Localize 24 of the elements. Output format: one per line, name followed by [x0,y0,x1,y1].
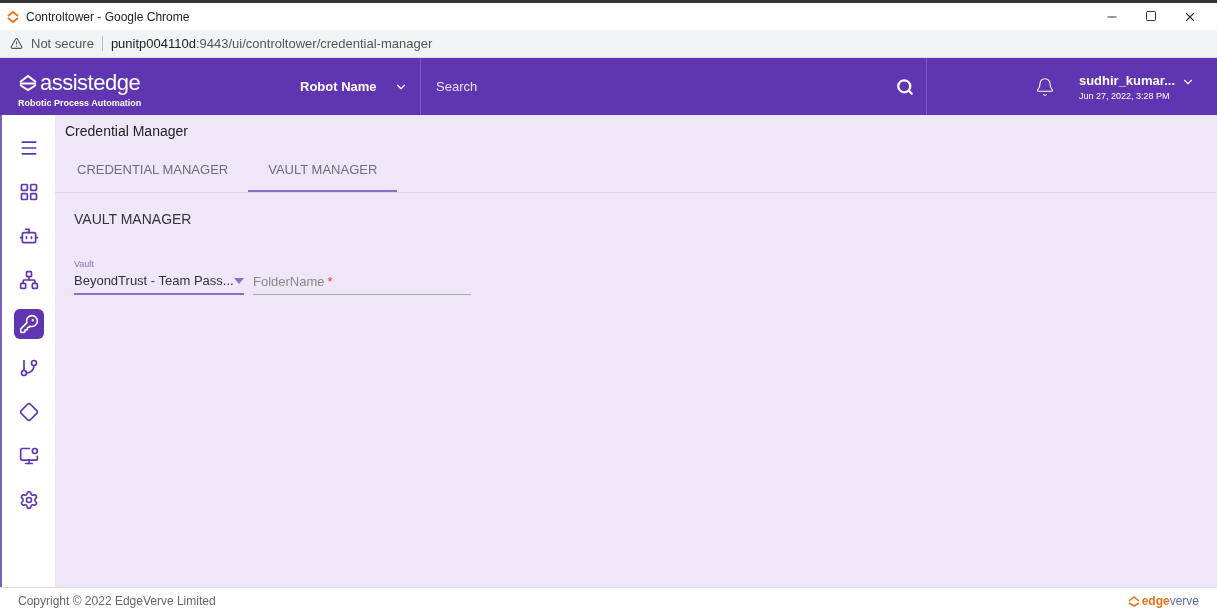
url-text: punitp004110d:9443/ui/controltower/credential-manager [101,36,433,51]
warning-icon [10,37,23,50]
folder-name-field[interactable]: FolderName * [253,274,471,295]
assistedge-logo: assistedge [18,70,252,96]
vault-select[interactable]: Vault BeyondTrust - Team Pass... [74,259,244,295]
tab[interactable]: CREDENTIAL MANAGER [57,145,249,192]
search-field[interactable]: Search [434,78,896,95]
search-icon[interactable] [896,77,914,96]
maximize-icon[interactable] [1145,9,1157,22]
bell-icon[interactable] [1034,76,1055,97]
tagline: Robotic Process Automation [18,98,143,108]
required-mark: * [327,274,333,289]
tab[interactable]: VAULT MANAGER [248,145,398,192]
edgeverve-logo: edgeverve [1127,594,1199,608]
key-icon[interactable] [13,309,44,339]
user-menu[interactable]: sudhir_kumar... Jun 27, 2022, 3:28 PM [1078,72,1195,101]
caret-icon [234,277,244,284]
section-title: VAULT MANAGER [73,210,193,227]
page-title: Credential Manager [64,122,189,139]
security-label: Not secure [31,36,94,51]
chrome-app-icon [6,9,20,24]
copyright-text: Copyright © 2022 EdgeVerve Limited [18,594,216,608]
address-bar[interactable]: Not secure punitp004110d:9443/ui/controltower/credential-manager [0,30,1217,58]
window-title: Controltower - Google Chrome [26,9,190,24]
